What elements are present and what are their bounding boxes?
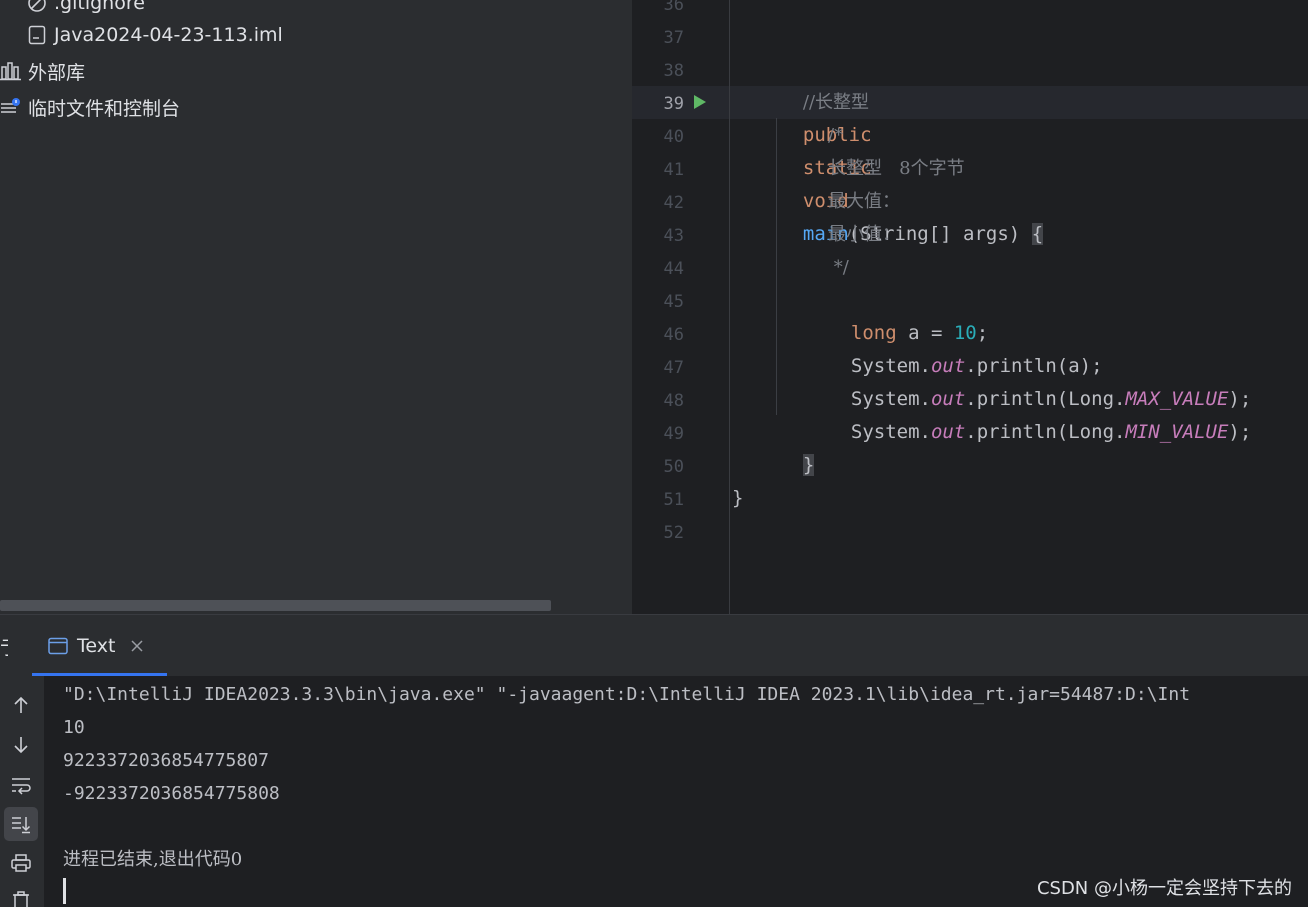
code-line-38: //长整型 [780,53,869,113]
matched-brace: } [802,454,815,476]
code-line-48: System.out.println(Long.MIN_VALUE); [828,383,1251,443]
horizontal-scrollbar[interactable] [0,600,551,611]
tab-run-text[interactable]: Text [32,615,159,677]
static-field: MIN_VALUE [1125,421,1229,443]
project-tree-panel: .gitignore Java2024-04-23-113.iml 外部库 临时… [0,0,631,614]
line-number: 49 [663,424,684,444]
tree-item-label: .gitignore [54,0,145,14]
line-number-current: 39 [663,94,684,114]
tree-item-gitignore[interactable]: .gitignore [26,0,145,20]
line-number: 36 [663,0,684,15]
console-icon [48,637,68,655]
tree-item-label: 临时文件和控制台 [28,97,181,120]
code-line-47: System.out.println(Long.MAX_VALUE); [828,350,1251,410]
line-number: 44 [663,259,684,279]
code-line-51: } [732,487,744,509]
tool-tab-bar: 亍 Text [0,614,1308,676]
scroll-to-end-button[interactable] [4,807,38,841]
code-line-41: 长整型 8个字节 [828,158,965,179]
trash-icon [13,891,29,907]
indent-guide [776,118,777,415]
console-line: -9223372036854775808 [63,783,280,804]
code-line-42: 最大值： [828,191,900,212]
run-tool-window: 亍 Text "D:\Intelli [0,614,1308,907]
code-text: System. [850,421,931,443]
line-number: 52 [663,523,684,543]
line-number: 46 [663,325,684,345]
line-number: 38 [663,61,684,81]
console-toolbar [0,676,44,907]
gutter-divider [729,0,730,614]
line-number: 41 [663,160,684,180]
line-number: 42 [663,193,684,213]
iml-file-icon [26,24,48,46]
line-number: 37 [663,28,684,48]
scroll-to-end-icon [12,817,31,834]
console-line: 10 [63,717,85,738]
tree-item-external-libraries[interactable]: 外部库 [0,54,85,88]
tree-item-scratches[interactable]: 临时文件和控制台 [0,90,180,124]
code-line-49: } [780,416,815,476]
down-arrow-icon [14,737,28,754]
up-arrow-button[interactable] [4,688,38,722]
soft-wrap-button[interactable] [4,768,38,802]
code-text: ); [1228,421,1252,443]
line-number: 40 [663,127,684,147]
console-exit-message: 进程已结束,退出代码0 [63,849,243,870]
tree-item-label: Java2024-04-23-113.iml [54,24,283,46]
down-arrow-button[interactable] [4,728,38,762]
console-line: 9223372036854775807 [63,750,269,771]
tree-item-label: 外部库 [28,61,86,84]
line-number: 51 [663,490,684,510]
code-line-46: System.out.println(a); [828,317,1103,377]
print-button[interactable] [4,846,38,880]
code-line-45: long a = 10; [828,284,988,344]
run-gutter-icon[interactable] [693,94,707,110]
gitignore-icon [26,0,48,14]
print-icon [11,854,31,872]
soft-wrap-icon [12,778,31,795]
up-arrow-icon [14,696,28,713]
matched-brace: { [1031,223,1044,245]
code-line-40: /* [828,125,844,146]
close-icon[interactable] [131,640,143,652]
library-icon [0,60,22,82]
line-number: 48 [663,391,684,411]
console-line: "D:\IntelliJ IDEA2023.3.3\bin\java.exe" … [63,684,1191,705]
static-field: out [930,421,966,443]
tab-label: Text [77,635,116,657]
code-text: .println(Long. [965,421,1126,443]
line-number: 50 [663,457,684,477]
code-line-39: public static void main(String[] args) { [780,86,1044,245]
line-number: 47 [663,358,684,378]
watermark: CSDN @小杨一定会坚持下去的 [1036,878,1292,899]
line-number: 43 [663,226,684,246]
console-caret [63,878,66,904]
clear-button[interactable] [4,883,38,907]
tree-item-iml[interactable]: Java2024-04-23-113.iml [26,18,283,52]
truncated-tab-label: 亍 [0,633,8,660]
tab-active-indicator [32,673,167,676]
code-line-43: 最小值： [828,224,900,245]
line-number: 45 [663,292,684,312]
code-line-44: */ [828,257,849,278]
scratches-icon [0,96,22,118]
